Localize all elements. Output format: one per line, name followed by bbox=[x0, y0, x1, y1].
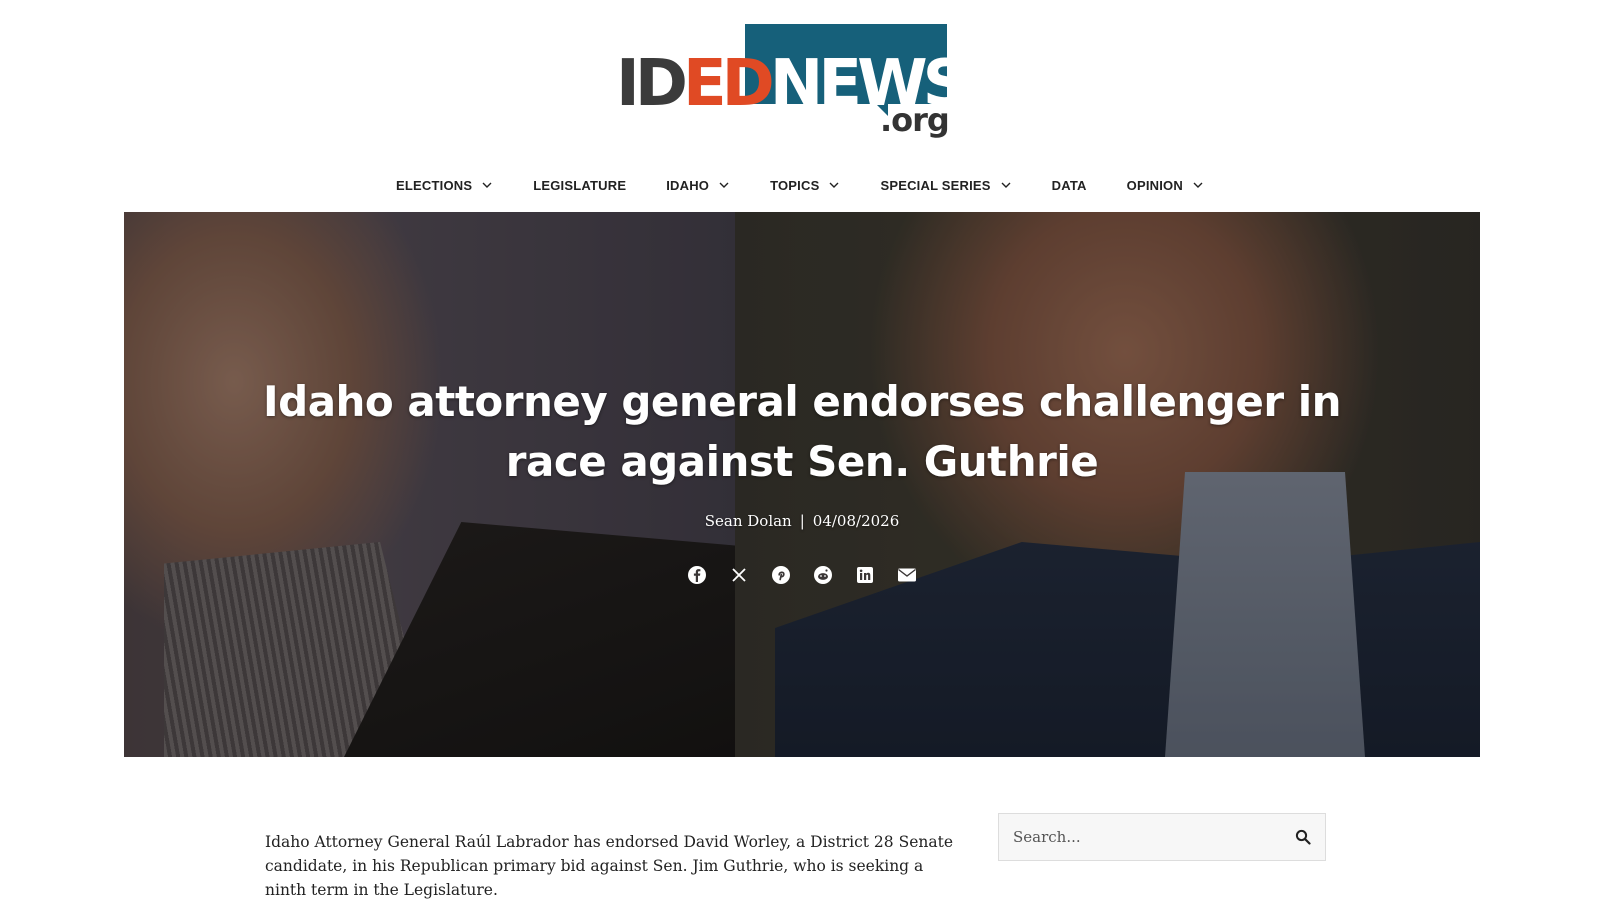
nav-item-idaho[interactable]: IDAHO bbox=[646, 170, 750, 200]
chevron-down-icon bbox=[829, 182, 839, 188]
nav-label: LEGISLATURE bbox=[533, 177, 627, 193]
meta-separator: | bbox=[799, 512, 805, 530]
site-logo[interactable]: IDEDNEWS .org bbox=[616, 24, 969, 144]
article-paragraph: Idaho Attorney General Raúl Labrador has… bbox=[265, 833, 954, 899]
search-input[interactable] bbox=[999, 814, 1281, 860]
nav-item-data[interactable]: DATA bbox=[1032, 170, 1107, 200]
nav-label: OPINION bbox=[1126, 177, 1183, 193]
chevron-down-icon bbox=[1001, 182, 1011, 188]
nav-label: SPECIAL SERIES bbox=[880, 177, 991, 193]
site-header: IDEDNEWS .org ELECTIONS LEGISLATURE IDAH… bbox=[0, 0, 1600, 212]
email-icon[interactable] bbox=[896, 564, 918, 586]
nav-label: ELECTIONS bbox=[396, 177, 473, 193]
hero-content: Idaho attorney general endorses challeng… bbox=[124, 212, 1480, 757]
nav-item-elections[interactable]: ELECTIONS bbox=[376, 170, 513, 200]
nav-item-opinion[interactable]: OPINION bbox=[1107, 170, 1224, 200]
chevron-down-icon bbox=[1193, 182, 1203, 188]
search-button[interactable] bbox=[1281, 814, 1325, 860]
logo-part-org: .org bbox=[880, 101, 950, 139]
facebook-icon[interactable] bbox=[686, 564, 708, 586]
nav-label: TOPICS bbox=[770, 177, 820, 193]
article-date: 04/08/2026 bbox=[812, 512, 900, 530]
main-nav: ELECTIONS LEGISLATURE IDAHO TOPICS SPECI… bbox=[0, 170, 1600, 200]
article-author[interactable]: Sean Dolan bbox=[705, 512, 792, 530]
chevron-down-icon bbox=[482, 182, 492, 188]
linkedin-icon[interactable] bbox=[854, 564, 876, 586]
reddit-icon[interactable] bbox=[812, 564, 834, 586]
article-body: Idaho Attorney General Raúl Labrador has… bbox=[265, 830, 955, 902]
hero-banner: Idaho attorney general endorses challeng… bbox=[124, 212, 1480, 757]
search-icon bbox=[1295, 829, 1311, 845]
sidebar-search bbox=[998, 813, 1326, 861]
share-buttons bbox=[124, 564, 1480, 586]
nav-label: DATA bbox=[1051, 177, 1087, 193]
logo-part-ed: ED bbox=[682, 47, 775, 121]
article-title: Idaho attorney general endorses challeng… bbox=[263, 377, 1342, 486]
logo-part-id: ID bbox=[616, 47, 688, 121]
nav-item-special-series[interactable]: SPECIAL SERIES bbox=[860, 170, 1031, 200]
article-meta: Sean Dolan | 04/08/2026 bbox=[124, 512, 1480, 530]
pinterest-icon[interactable] bbox=[770, 564, 792, 586]
nav-label: IDAHO bbox=[666, 177, 710, 193]
nav-item-legislature[interactable]: LEGISLATURE bbox=[513, 170, 646, 200]
x-icon[interactable] bbox=[728, 564, 750, 586]
chevron-down-icon bbox=[719, 182, 729, 188]
nav-item-topics[interactable]: TOPICS bbox=[750, 170, 860, 200]
